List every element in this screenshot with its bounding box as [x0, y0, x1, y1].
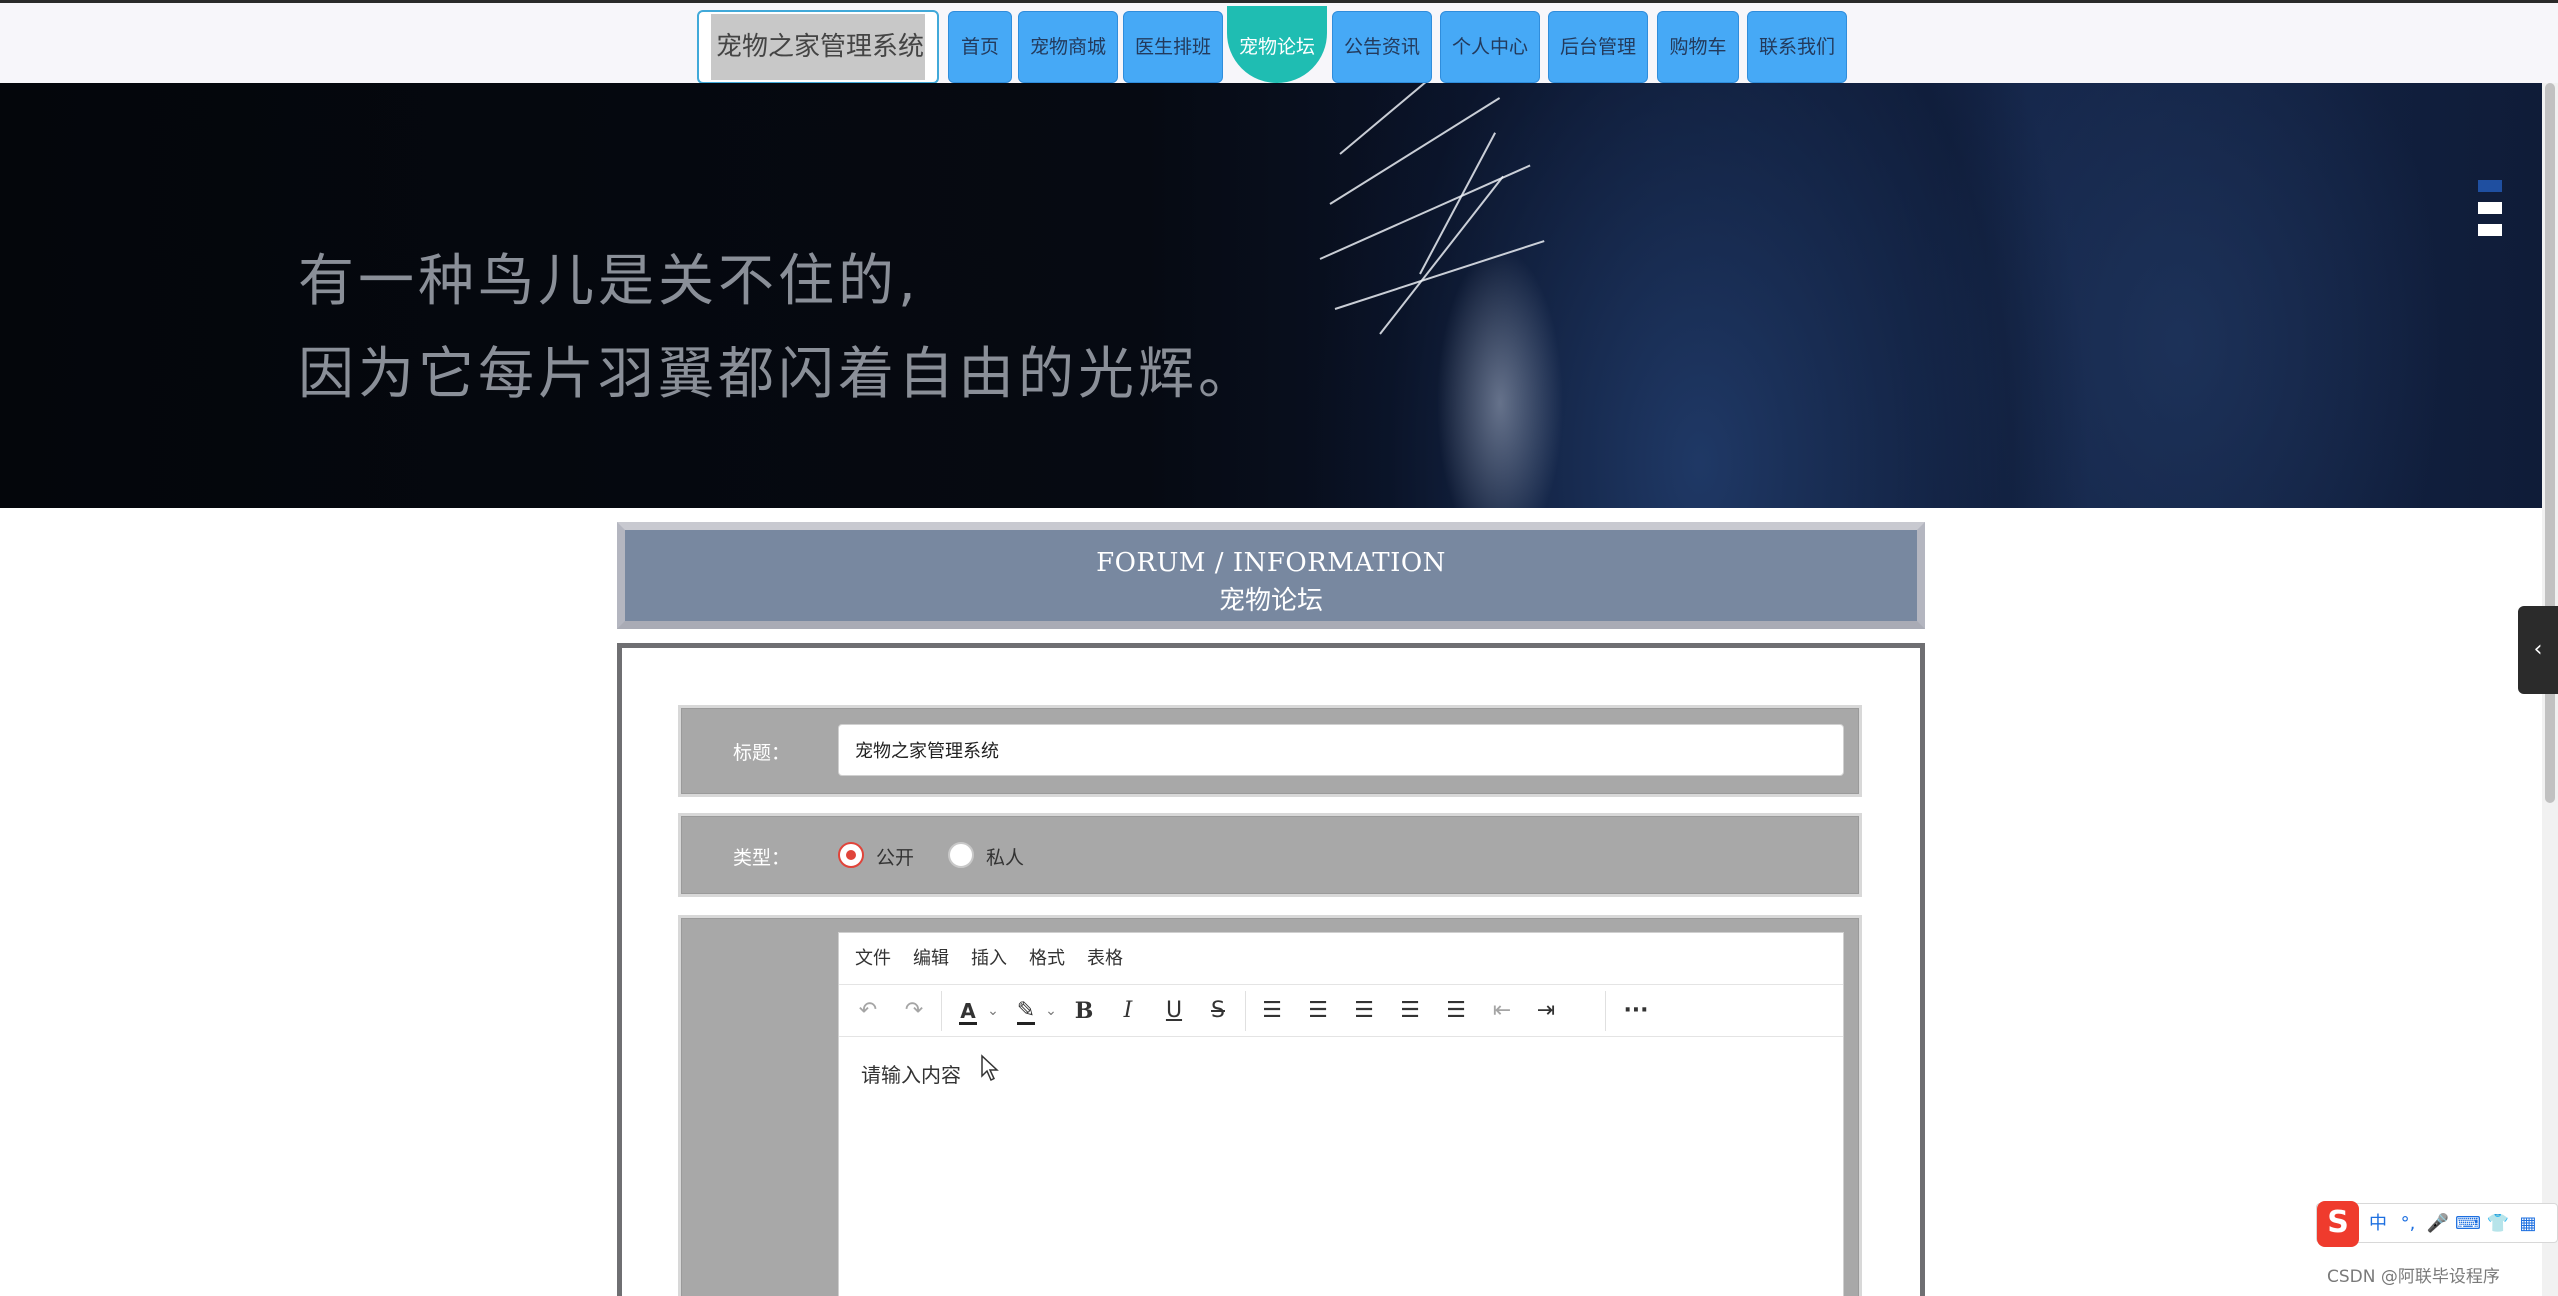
type-label: 类型：	[733, 847, 791, 869]
slider-pagination	[2478, 180, 2502, 246]
whisker-line	[1339, 83, 1479, 155]
more-icon[interactable]: ···	[1619, 985, 1653, 1037]
editor-menubar: 文件 编辑 插入 格式 表格	[839, 933, 1843, 985]
ime-chinese-mode-icon[interactable]: 中	[2365, 1204, 2391, 1244]
title-input[interactable]	[838, 724, 1844, 776]
slider-dot-2[interactable]	[2478, 202, 2502, 214]
rich-text-editor: 文件 编辑 插入 格式 表格 ↶ ↷ A ⌄ ✎ ⌄ B I U S ☰ ☰ ☰…	[838, 932, 1844, 1296]
section-title-cn: 宠物论坛	[1218, 586, 1323, 616]
align-justify-icon[interactable]: ☰	[1439, 985, 1473, 1037]
nav-announcements[interactable]: 公告资讯	[1332, 11, 1432, 83]
top-navbar: 宠物之家管理系统 首页 宠物商城 医生排班 宠物论坛 公告资讯 个人中心 后台管…	[0, 0, 2558, 84]
menu-format[interactable]: 格式	[1029, 933, 1065, 985]
csdn-watermark: CSDN @阿联毕设程序	[2327, 1267, 2500, 1287]
sogou-logo-icon[interactable]: S	[2317, 1201, 2359, 1247]
toolbar-divider	[1605, 991, 1606, 1031]
nav-admin[interactable]: 后台管理	[1548, 11, 1648, 83]
radio-public[interactable]	[838, 842, 864, 868]
slider-dot-1[interactable]	[2478, 180, 2502, 192]
nav-contact[interactable]: 联系我们	[1747, 11, 1847, 83]
nav-cart[interactable]: 购物车	[1657, 11, 1739, 83]
undo-icon[interactable]: ↶	[851, 985, 885, 1037]
chevron-down-icon[interactable]: ⌄	[985, 985, 1001, 1037]
font-color-swatch	[959, 1022, 977, 1025]
nav-pet-forum[interactable]: 宠物论坛	[1227, 6, 1327, 83]
menu-file[interactable]: 文件	[855, 933, 891, 985]
side-panel-toggle[interactable]: ‹	[2518, 606, 2558, 694]
italic-icon[interactable]: I	[1111, 985, 1145, 1037]
page-scrollbar-thumb[interactable]	[2545, 83, 2555, 803]
title-label: 标题：	[733, 742, 791, 764]
menu-insert[interactable]: 插入	[971, 933, 1007, 985]
align-center-icon[interactable]: ☰	[1347, 985, 1381, 1037]
nav-pet-mall[interactable]: 宠物商城	[1018, 11, 1118, 83]
bold-icon[interactable]: B	[1067, 985, 1101, 1037]
slider-dot-3[interactable]	[2478, 224, 2502, 236]
brand-title: 宠物之家管理系统	[715, 32, 924, 62]
outdent-icon[interactable]: ⇤	[1485, 985, 1519, 1037]
hero-text-line1: 有一种鸟儿是关不住的,	[298, 249, 920, 314]
ime-skin-icon[interactable]: 👕	[2485, 1204, 2511, 1244]
align-right-icon[interactable]: ☰	[1393, 985, 1427, 1037]
editor-toolbar: ↶ ↷ A ⌄ ✎ ⌄ B I U S ☰ ☰ ☰ ☰ ☰ ⇤ ⇥ ···	[839, 985, 1843, 1037]
line-height-icon[interactable]: ☰	[1255, 985, 1289, 1037]
hero-banner: 有一种鸟儿是关不住的, 因为它每片羽翼都闪着自由的光辉。	[0, 83, 2542, 508]
menu-table[interactable]: 表格	[1087, 933, 1123, 985]
highlight-icon[interactable]: ✎	[1009, 985, 1043, 1037]
ime-punctuation-icon[interactable]: °,	[2395, 1204, 2421, 1244]
font-color-icon[interactable]: A	[951, 985, 985, 1037]
strikethrough-icon[interactable]: S	[1201, 985, 1235, 1037]
ime-keyboard-icon[interactable]: ⌨	[2455, 1204, 2481, 1244]
toolbar-divider	[1245, 991, 1246, 1031]
redo-icon[interactable]: ↷	[897, 985, 931, 1037]
ime-voice-icon[interactable]: 🎤	[2425, 1204, 2451, 1244]
nav-doctor-schedule[interactable]: 医生排班	[1123, 11, 1223, 83]
site-brand[interactable]: 宠物之家管理系统	[697, 10, 939, 84]
chevron-left-icon: ‹	[2533, 637, 2543, 662]
radio-private[interactable]	[948, 842, 974, 868]
align-left-icon[interactable]: ☰	[1301, 985, 1335, 1037]
section-title-panel: FORUM / INFORMATION 宠物论坛	[617, 522, 1925, 629]
underline-icon[interactable]: U	[1157, 985, 1191, 1037]
section-title-en: FORUM / INFORMATION	[1096, 548, 1446, 578]
radio-private-label[interactable]: 私人	[986, 843, 1024, 870]
ime-toolbox-icon[interactable]: ▦	[2515, 1204, 2541, 1244]
editor-placeholder[interactable]: 请输入内容	[861, 1059, 961, 1088]
highlight-swatch	[1017, 1022, 1035, 1025]
mouse-cursor-icon	[981, 1054, 999, 1082]
radio-public-label[interactable]: 公开	[876, 843, 914, 870]
nav-personal-center[interactable]: 个人中心	[1440, 11, 1540, 83]
ime-toolbar[interactable]: S 中 °, 🎤 ⌨ 👕 ▦	[2316, 1201, 2558, 1247]
nav-home[interactable]: 首页	[948, 11, 1012, 83]
toolbar-divider	[941, 991, 942, 1031]
hero-text-line2: 因为它每片羽翼都闪着自由的光辉。	[298, 342, 1258, 407]
indent-icon[interactable]: ⇥	[1529, 985, 1563, 1037]
menu-edit[interactable]: 编辑	[913, 933, 949, 985]
chevron-down-icon[interactable]: ⌄	[1043, 985, 1059, 1037]
